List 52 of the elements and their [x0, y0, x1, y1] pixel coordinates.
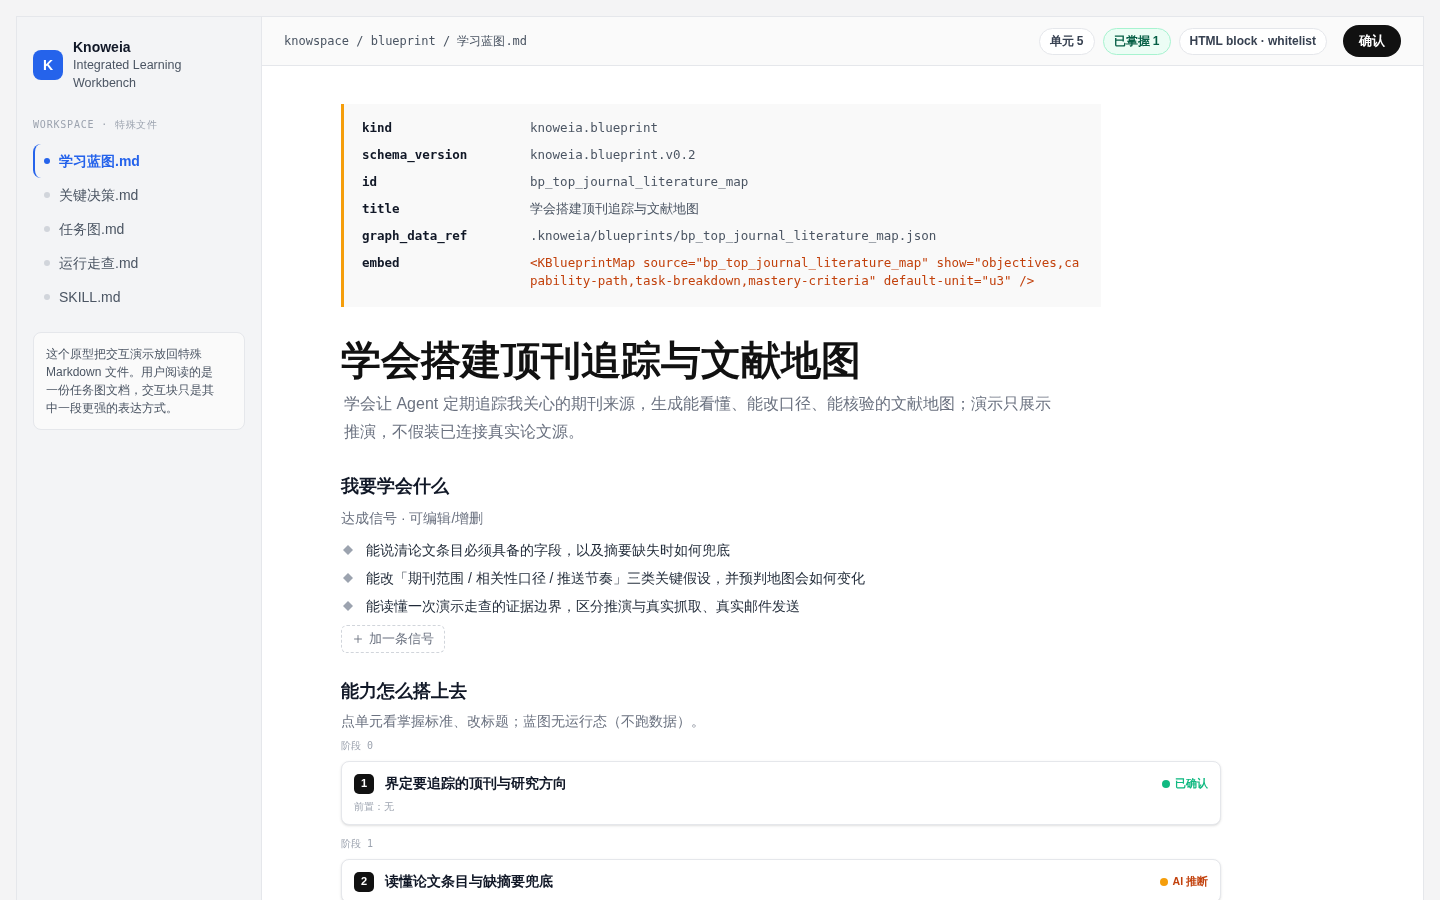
embed-code: <KBlueprintMap source="bp_top_journal_literature_map" show="objectives,capability-path,task-breakdown,mastery-criteria" default-unit="u3" />	[530, 254, 1081, 290]
unit-status: AI 推断	[1172, 873, 1208, 889]
section-label: WORKSPACE · 特殊文件	[33, 118, 160, 132]
signal-item: 能说清论文条目必须具备的字段，以及摘要缺失时如何兜底	[366, 540, 730, 560]
file-nav-item[interactable]: 关键决策.md	[33, 178, 245, 212]
unit-number: 1	[354, 773, 374, 794]
field-key: embed	[362, 254, 530, 290]
field-key: schema_version	[362, 146, 530, 164]
file-nav-item[interactable]: 任务图.md	[33, 212, 245, 246]
section-heading: 能力怎么搭上去	[341, 680, 468, 703]
unit-number: 2	[354, 871, 374, 892]
field-value: .knoweia/blueprints/bp_top_journal_literature_map.json	[530, 227, 937, 245]
field-value: knoweia.blueprint	[530, 119, 658, 137]
unit-card[interactable]: 2 读懂论文条目与缺摘要兜底 AI 推断	[341, 859, 1221, 900]
unit-title: 界定要追踪的顶刊与研究方向	[385, 774, 567, 793]
diamond-bullet-icon	[343, 601, 353, 611]
field-value: knoweia.blueprint.v0.2	[530, 146, 696, 164]
diamond-bullet-icon	[343, 573, 353, 583]
signal-item: 能读懂一次演示走查的证据边界，区分推演与真实抓取、真实邮件发送	[366, 596, 800, 616]
field-key: title	[362, 200, 530, 218]
logo-icon: K	[33, 50, 63, 80]
field-value: bp_top_journal_literature_map	[530, 173, 749, 191]
stage-label: 阶段 0	[341, 739, 375, 753]
unit-card[interactable]: 1 界定要追踪的顶刊与研究方向 已确认 前置：无	[341, 761, 1221, 825]
status-badge: 单元 5	[1038, 27, 1095, 55]
app-tagline: Integrated Learning Workbench	[73, 57, 183, 92]
app-name: Knoweia	[73, 38, 132, 56]
file-nav-item[interactable]: 学习蓝图.md	[33, 144, 245, 178]
breadcrumb: knowspace / blueprint / 学习蓝图.md	[284, 33, 528, 50]
file-nav-item[interactable]: 运行走查.md	[33, 246, 245, 280]
status-badge: HTML block · whitelist	[1178, 27, 1327, 55]
section-caption: 达成信号 · 可编辑/增删	[341, 509, 485, 528]
status-badge: 已掌握 1	[1102, 27, 1171, 55]
section-heading: 我要学会什么	[341, 475, 450, 498]
field-key: id	[362, 173, 530, 191]
diamond-bullet-icon	[343, 545, 353, 555]
document-subtitle: 学会让 Agent 定期追踪我关心的期刊来源，生成能看懂、能改口径、能核验的文献地图；演示只展示推演，不假装已连接真实论文源。	[344, 394, 1052, 442]
section-caption: 点单元看掌握标准、改标题；蓝图无运行态（不跑数据）。	[341, 712, 706, 731]
prerequisite-text: 前置：无	[354, 800, 395, 814]
unit-title: 读懂论文条目与缺摘要兜底	[385, 872, 553, 891]
signal-item: 能改「期刊范围 / 相关性口径 / 推送节奏」三类关键假设，并预判地图会如何变化	[366, 568, 866, 588]
document-title: 学会搭建顶刊追踪与文献地图	[341, 337, 862, 384]
unit-status: 已确认	[1175, 775, 1208, 791]
field-value: 学会搭建顶刊追踪与文献地图	[530, 200, 699, 218]
confirm-button[interactable]: 确认	[1343, 25, 1401, 57]
stage-label: 阶段 1	[341, 837, 375, 851]
plus-icon	[352, 633, 364, 645]
field-key: graph_data_ref	[362, 227, 530, 245]
field-key: kind	[362, 119, 530, 137]
file-nav-item[interactable]: SKILL.md	[33, 280, 245, 314]
add-signal-button[interactable]: 加一条信号	[341, 625, 445, 653]
info-note: 这个原型把交互演示放回特殊 Markdown 文件。用户阅读的是一份任务图文档，交互块只是其中一段更强的表达方式。	[33, 332, 245, 430]
